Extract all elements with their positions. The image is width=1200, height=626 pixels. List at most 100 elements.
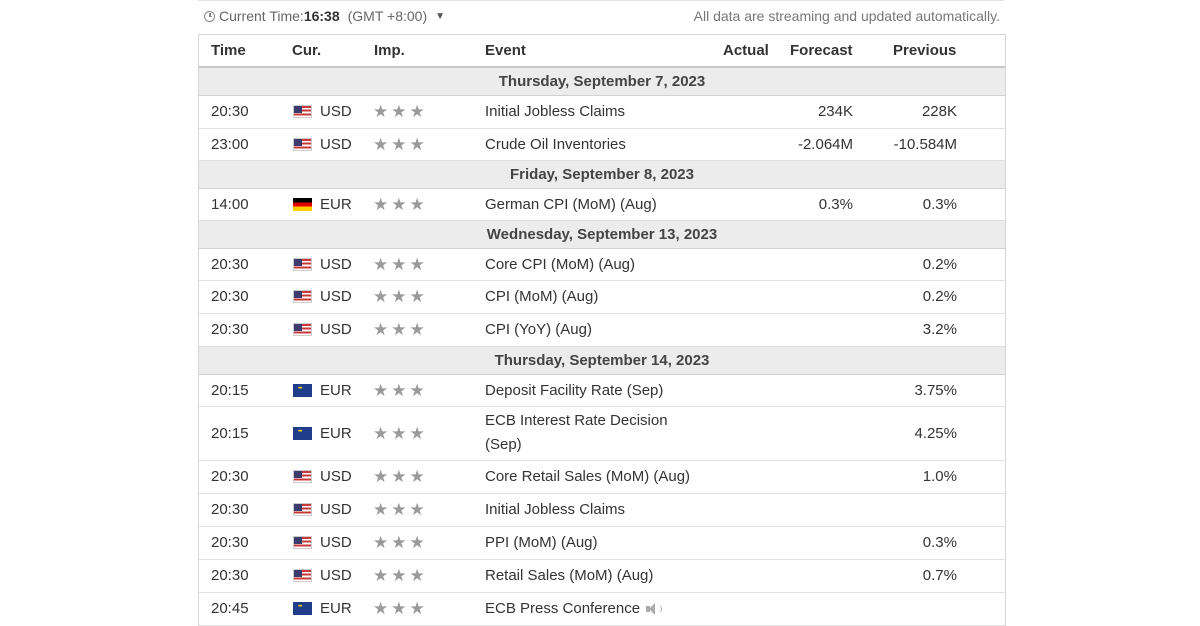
importance-stars-icon: ★★★ (373, 424, 428, 443)
event-name-text[interactable]: CPI (MoM) (Aug) (485, 288, 598, 305)
event-name[interactable]: German CPI (MoM) (Aug) (485, 193, 705, 217)
current-time-selector[interactable]: Current Time: 16:38 (GMT +8:00) ▼ (204, 8, 445, 24)
eu-flag-icon (293, 602, 312, 615)
event-name-text[interactable]: Core CPI (MoM) (Aug) (485, 256, 635, 273)
table-row[interactable]: 23:00 USD ★★★ Crude Oil Inventories -2.064M -… (199, 129, 1005, 161)
event-name-text[interactable]: PPI (MoM) (Aug) (485, 534, 598, 551)
column-header-previous[interactable]: Previous (893, 42, 956, 59)
previous-value: 1.0% (922, 468, 957, 485)
currency-code: USD (320, 468, 352, 485)
us-flag-icon (293, 470, 312, 483)
eu-flag-icon (293, 384, 312, 397)
currency-code: USD (320, 534, 352, 551)
us-flag-icon (293, 105, 312, 118)
table-row[interactable]: 14:00 EUR ★★★ German CPI (MoM) (Aug) 0.3% 0.3… (199, 189, 1005, 221)
column-header-time[interactable]: Time (211, 42, 246, 59)
event-name[interactable]: CPI (YoY) (Aug) (485, 318, 705, 342)
clock-icon (204, 10, 215, 22)
currency-code: USD (320, 136, 352, 153)
event-name-text[interactable]: Retail Sales (MoM) (Aug) (485, 567, 653, 584)
event-name-text[interactable]: Initial Jobless Claims (485, 501, 625, 518)
forecast-value: 0.3% (818, 196, 853, 213)
column-header-currency[interactable]: Cur. (292, 42, 321, 59)
table-row[interactable]: 20:30 USD ★★★ Initial Jobless Claims (199, 494, 1005, 527)
event-time: 20:30 (211, 567, 249, 584)
currency-code: USD (320, 321, 352, 338)
forecast-value: -2.064M (797, 136, 853, 153)
us-flag-icon (293, 290, 312, 303)
event-name[interactable]: ECB Press Conference (485, 597, 705, 621)
current-time-label: Current Time: (219, 8, 304, 24)
previous-value: 0.2% (922, 288, 957, 305)
importance-stars-icon: ★★★ (373, 255, 428, 274)
event-time: 20:45 (211, 600, 249, 617)
table-row[interactable]: 20:30 USD ★★★ Core Retail Sales (MoM) (Aug)… (199, 461, 1005, 494)
economic-calendar-table: Time Cur. Imp. Event Actual Forecast Pre… (198, 34, 1006, 626)
us-flag-icon (293, 503, 312, 516)
event-time: 20:15 (211, 425, 249, 442)
currency-code: USD (320, 567, 352, 584)
currency-code: USD (320, 256, 352, 273)
previous-value: 3.2% (922, 321, 957, 338)
table-row[interactable]: 20:15 EUR ★★★ ECB Interest Rate Decision (S… (199, 407, 1005, 461)
event-name-text[interactable]: ECB Interest Rate Decision (Sep) (485, 412, 668, 453)
table-row[interactable]: 20:30 USD ★★★ Core CPI (MoM) (Aug) 0.2% (199, 249, 1005, 281)
event-name[interactable]: Initial Jobless Claims (485, 100, 705, 124)
previous-value: 4.25% (914, 425, 957, 442)
table-row[interactable]: 20:30 USD ★★★ PPI (MoM) (Aug) 0.3% (199, 527, 1005, 560)
us-flag-icon (293, 138, 312, 151)
table-row[interactable]: 20:30 USD ★★★ CPI (YoY) (Aug) 3.2% (199, 314, 1005, 347)
date-group-header: Thursday, September 14, 2023 (199, 347, 1005, 375)
currency-code: USD (320, 103, 352, 120)
importance-stars-icon: ★★★ (373, 102, 428, 121)
event-name-text[interactable]: CPI (YoY) (Aug) (485, 321, 592, 338)
column-header-actual[interactable]: Actual (723, 42, 769, 59)
currency-code: USD (320, 501, 352, 518)
event-name[interactable]: CPI (MoM) (Aug) (485, 285, 705, 309)
importance-stars-icon: ★★★ (373, 599, 428, 618)
event-name[interactable]: Core Retail Sales (MoM) (Aug) (485, 465, 705, 489)
chevron-down-icon[interactable]: ▼ (435, 11, 445, 22)
event-name-text[interactable]: Crude Oil Inventories (485, 136, 626, 153)
event-name[interactable]: ECB Interest Rate Decision (Sep) (485, 409, 675, 457)
us-flag-icon (293, 258, 312, 271)
currency-code: USD (320, 288, 352, 305)
speaker-icon (646, 603, 663, 616)
event-time: 20:30 (211, 501, 249, 518)
event-name-text[interactable]: Deposit Facility Rate (Sep) (485, 382, 663, 399)
us-flag-icon (293, 323, 312, 336)
importance-stars-icon: ★★★ (373, 381, 428, 400)
de-flag-icon (293, 198, 312, 211)
date-group-header: Wednesday, September 13, 2023 (199, 221, 1005, 249)
event-time: 20:30 (211, 256, 249, 273)
event-time: 20:30 (211, 534, 249, 551)
event-name[interactable]: PPI (MoM) (Aug) (485, 531, 705, 555)
event-time: 20:30 (211, 288, 249, 305)
event-name[interactable]: Retail Sales (MoM) (Aug) (485, 564, 705, 588)
calendar-toolbar: Current Time: 16:38 (GMT +8:00) ▼ All da… (198, 0, 1004, 35)
column-header-forecast[interactable]: Forecast (790, 42, 853, 59)
event-name-text[interactable]: Initial Jobless Claims (485, 103, 625, 120)
date-group-header: Thursday, September 7, 2023 (199, 68, 1005, 96)
event-name[interactable]: Crude Oil Inventories (485, 133, 705, 157)
streaming-status-text: All data are streaming and updated autom… (693, 8, 1000, 24)
column-header-event[interactable]: Event (485, 42, 526, 59)
event-name[interactable]: Initial Jobless Claims (485, 498, 705, 522)
table-row[interactable]: 20:30 USD ★★★ Retail Sales (MoM) (Aug) 0.7% (199, 560, 1005, 593)
event-name-text[interactable]: Core Retail Sales (MoM) (Aug) (485, 468, 690, 485)
table-row[interactable]: 20:15 EUR ★★★ Deposit Facility Rate (Sep) 3.… (199, 375, 1005, 407)
table-row[interactable]: 20:30 USD ★★★ CPI (MoM) (Aug) 0.2% (199, 281, 1005, 314)
importance-stars-icon: ★★★ (373, 533, 428, 552)
event-name-text[interactable]: ECB Press Conference (485, 600, 640, 617)
currency-code: EUR (320, 425, 352, 442)
event-name[interactable]: Core CPI (MoM) (Aug) (485, 253, 705, 277)
table-row[interactable]: 20:30 USD ★★★ Initial Jobless Claims 234K 228… (199, 96, 1005, 129)
table-body: Thursday, September 7, 2023 20:30 USD ★★★ In… (199, 68, 1005, 626)
table-row[interactable]: 20:45 EUR ★★★ ECB Press Conference (199, 593, 1005, 626)
timezone-label: (GMT +8:00) (347, 8, 428, 24)
event-name-text[interactable]: German CPI (MoM) (Aug) (485, 196, 657, 213)
us-flag-icon (293, 569, 312, 582)
column-header-importance[interactable]: Imp. (374, 42, 405, 59)
date-group-header: Friday, September 8, 2023 (199, 161, 1005, 189)
event-name[interactable]: Deposit Facility Rate (Sep) (485, 379, 705, 403)
